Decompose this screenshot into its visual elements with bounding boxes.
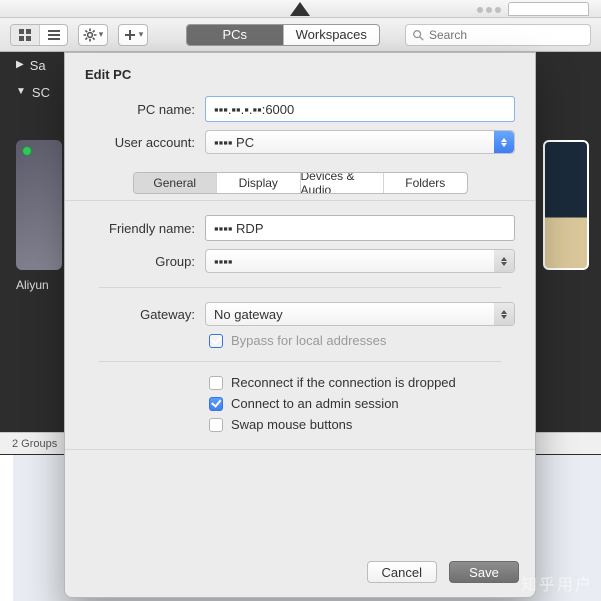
- cancel-button[interactable]: Cancel: [367, 561, 437, 583]
- add-menu[interactable]: ▾: [118, 24, 148, 46]
- group-label: SC: [32, 85, 50, 100]
- general-panel: Friendly name: Group: ▪▪▪▪ Gateway:: [65, 200, 535, 450]
- useraccount-select[interactable]: ▪▪▪▪ PC: [205, 130, 515, 154]
- recording-indicator-icon: [290, 2, 310, 16]
- divider: [99, 287, 501, 288]
- group-label: Group:: [85, 254, 195, 269]
- tab-overflow-dots: [477, 7, 501, 13]
- swap-checkbox[interactable]: [209, 418, 223, 432]
- gateway-label: Gateway:: [85, 307, 195, 322]
- select-knob-icon: [494, 131, 514, 153]
- pcname-input[interactable]: [205, 96, 515, 122]
- thumbnail-image: [16, 140, 62, 270]
- thumbnail-image: [543, 140, 589, 270]
- thumbnail-caption: Aliyun: [16, 278, 62, 292]
- chevron-down-icon: ▾: [139, 29, 144, 40]
- reconnect-label: Reconnect if the connection is dropped: [231, 375, 456, 390]
- admin-label: Connect to an admin session: [231, 396, 399, 411]
- tab-folders[interactable]: Folders: [383, 173, 467, 193]
- dialog-footer: Cancel Save: [367, 561, 519, 583]
- bypass-checkbox: [209, 334, 223, 348]
- view-grid-button[interactable]: [11, 25, 39, 45]
- save-button[interactable]: Save: [449, 561, 519, 583]
- reconnect-checkbox[interactable]: [209, 376, 223, 390]
- add-button[interactable]: ▾: [119, 25, 147, 45]
- settings-tabstrip: General Display Devices & Audio Folders: [133, 172, 468, 194]
- tab-workspaces[interactable]: Workspaces: [283, 25, 380, 45]
- gear-button[interactable]: ▾: [79, 25, 107, 45]
- settings-menu[interactable]: ▾: [78, 24, 108, 46]
- bypass-label: Bypass for local addresses: [231, 333, 386, 348]
- admin-checkbox[interactable]: [209, 397, 223, 411]
- swap-row[interactable]: Swap mouse buttons: [65, 414, 535, 435]
- chevron-down-icon: ▼: [16, 86, 26, 97]
- friendlyname-label: Friendly name:: [85, 221, 195, 236]
- tab-display[interactable]: Display: [216, 173, 300, 193]
- search-field[interactable]: [405, 24, 591, 46]
- swap-label: Swap mouse buttons: [231, 417, 352, 432]
- group-value: ▪▪▪▪: [214, 254, 232, 269]
- group-label: Sa: [30, 58, 46, 73]
- grid-icon: [18, 28, 32, 42]
- search-input[interactable]: [429, 28, 584, 42]
- reconnect-row[interactable]: Reconnect if the connection is dropped: [65, 372, 535, 393]
- chevron-right-icon: ▶: [16, 59, 24, 70]
- useraccount-value: ▪▪▪▪ PC: [214, 135, 254, 150]
- group-select[interactable]: ▪▪▪▪: [205, 249, 515, 273]
- select-knob-icon: [494, 250, 514, 272]
- tab-devices[interactable]: Devices & Audio: [300, 173, 384, 193]
- window-titlebar: [0, 0, 601, 18]
- dialog-title: Edit PC: [65, 53, 535, 92]
- toolbar: ▾ ▾ PCs Workspaces: [0, 18, 601, 52]
- admin-row[interactable]: Connect to an admin session: [65, 393, 535, 414]
- gateway-select[interactable]: No gateway: [205, 302, 515, 326]
- tab-general[interactable]: General: [134, 173, 217, 193]
- view-mode-segment: [10, 24, 68, 46]
- divider: [99, 361, 501, 362]
- main-area: ▶ Sa ▼ SC Aliyun 2 Groups Edit PC PC nam…: [0, 52, 601, 601]
- chevron-down-icon: ▾: [99, 29, 104, 40]
- pc-thumbnail-2[interactable]: [543, 140, 589, 305]
- gear-icon: [83, 28, 97, 42]
- pcname-label: PC name:: [85, 102, 195, 117]
- list-icon: [47, 28, 61, 42]
- view-list-button[interactable]: [39, 25, 67, 45]
- workspace-segment: PCs Workspaces: [186, 24, 380, 46]
- friendlyname-input[interactable]: [205, 215, 515, 241]
- tab-pcs[interactable]: PCs: [187, 25, 283, 45]
- edit-pc-dialog: Edit PC PC name: User account: ▪▪▪▪ PC G…: [64, 52, 536, 598]
- search-icon: [412, 29, 424, 41]
- pc-thumbnail-1[interactable]: Aliyun: [16, 140, 62, 305]
- useraccount-label: User account:: [85, 135, 195, 150]
- status-online-icon: [22, 146, 32, 156]
- browser-tab-stub: [508, 2, 589, 16]
- plus-icon: [123, 28, 137, 42]
- gateway-value: No gateway: [214, 307, 283, 322]
- bypass-row: Bypass for local addresses: [65, 330, 535, 351]
- select-knob-icon: [494, 303, 514, 325]
